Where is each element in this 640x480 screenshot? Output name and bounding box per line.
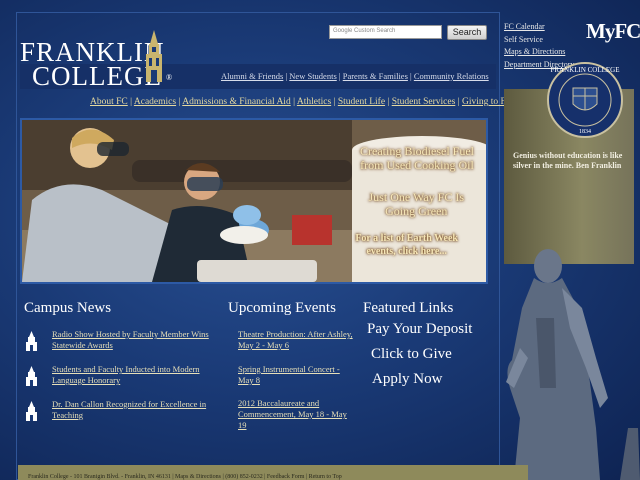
hero-line-1: Creating Biodiesel Fuel [360,144,474,158]
footer-bar: Franklin College - 101 Branigin Blvd. - … [18,465,528,480]
news-item-2[interactable]: Students and Faculty Inducted into Moder… [52,364,222,386]
hero-line-4: Going Green [385,204,448,218]
util-link-maps[interactable]: Maps & Directions [504,46,574,59]
util-link-self-service[interactable]: Self Service [504,34,574,47]
tower-icon [26,401,37,421]
event-item-1[interactable]: Theatre Production: After Ashley, May 2 … [238,329,356,351]
featured-click-to-give[interactable]: Click to Give [371,346,452,363]
franklin-quote: Genius without education is like silver … [513,151,623,170]
event-item-2[interactable]: Spring Instrumental Concert - May 8 [238,364,356,386]
college-seal-icon: FRANKLIN COLLEGE 1834 [547,62,623,138]
nav-new-students[interactable]: New Students [289,71,336,81]
search-input[interactable]: Google Custom Search [329,25,442,39]
nav-student-services[interactable]: Student Services [392,97,456,107]
nav-parents[interactable]: Parents & Families [343,71,408,81]
featured-apply-now[interactable]: Apply Now [372,371,442,388]
secondary-nav: Alumni & Friends | New Students | Parent… [221,71,489,81]
myfc-portal-link[interactable]: MyFC [586,19,640,44]
hero-line-2: from Used Cooking Oil [360,158,474,172]
hero-line-6: events, click here... [366,246,447,257]
events-title: Upcoming Events [228,300,336,316]
util-link-calendar[interactable]: FC Calendar [504,21,574,34]
news-item-1[interactable]: Radio Show Hosted by Faculty Member Wins… [52,329,222,351]
tower-icon [26,366,37,386]
hero-line-5: For a list of Earth Week [355,233,458,244]
hero-banner[interactable]: Creating Biodiesel Fuel from Used Cookin… [20,118,488,284]
search-button[interactable]: Search [447,25,487,40]
hero-line-3: Just One Way FC Is [368,190,464,204]
campus-news-title: Campus News [24,300,112,316]
featured-pay-deposit[interactable]: Pay Your Deposit [367,321,472,338]
nav-student-life[interactable]: Student Life [338,97,385,107]
nav-admissions[interactable]: Admissions & Financial Aid [182,97,290,107]
seal-top-text: FRANKLIN COLLEGE [550,66,619,74]
nav-alumni[interactable]: Alumni & Friends [221,71,283,81]
franklin-statue-image [506,249,640,480]
tower-icon [146,30,162,82]
event-item-3[interactable]: 2012 Baccalaureate and Commencement, May… [238,398,356,431]
nav-about[interactable]: About FC [90,97,128,107]
main-nav: About FC | Academics | Admissions & Fina… [90,97,513,107]
featured-title: Featured Links [363,300,454,316]
seal-year-text: 1834 [579,129,591,135]
nav-community[interactable]: Community Relations [414,71,489,81]
registered-mark: ® [166,73,173,82]
tower-icon [26,331,37,351]
news-item-3[interactable]: Dr. Dan Callon Recognized for Excellence… [52,399,222,421]
nav-academics[interactable]: Academics [134,97,176,107]
nav-athletics[interactable]: Athletics [297,97,331,107]
